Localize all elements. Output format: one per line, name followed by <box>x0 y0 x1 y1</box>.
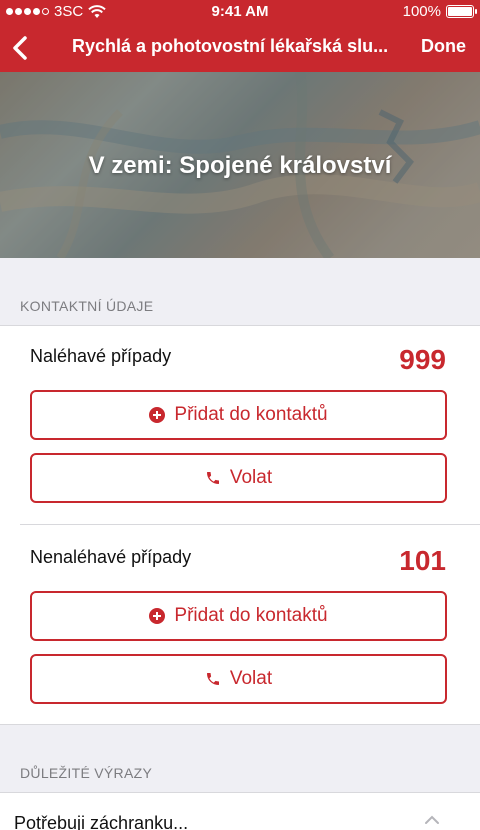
status-right: 100% <box>402 3 477 20</box>
nav-title: Rychlá a pohotovostní lékařská slu... <box>72 36 389 56</box>
call-label: Volat <box>229 668 273 689</box>
contacts-divider <box>20 524 480 525</box>
non-urgent-number: 101 <box>399 545 446 576</box>
phrase-list-item[interactable]: Potřebuji záchranku... <box>0 792 480 830</box>
phrase-label: Potřebuji záchranku... <box>14 813 189 830</box>
add-to-contacts-label: Přidat do kontaktů <box>174 404 328 425</box>
back-button[interactable] <box>8 32 36 64</box>
contacts-card: Naléhavé případy 999 Přidat do kontaktů … <box>0 325 480 725</box>
add-to-contacts-button[interactable]: Přidat do kontaktů <box>30 591 447 641</box>
plus-circle-icon <box>149 407 166 423</box>
urgent-label: Naléhavé případy <box>30 346 172 366</box>
battery-percent: 100% <box>402 3 441 20</box>
status-bar: 3SC 9:41 AM 100% <box>0 0 480 24</box>
call-button[interactable]: Volat <box>30 453 447 503</box>
phone-icon <box>206 472 219 484</box>
call-label: Volat <box>229 467 273 488</box>
call-button[interactable]: Volat <box>30 654 447 704</box>
hero-banner: V zemi: Spojené království <box>0 72 480 258</box>
navigation-bar: Rychlá a pohotovostní lékařská slu... Do… <box>0 24 480 72</box>
urgent-number: 999 <box>399 344 446 375</box>
done-button[interactable]: Done <box>421 36 466 57</box>
contacts-section-header: KONTAKTNÍ ÚDAJE <box>20 298 154 314</box>
plus-circle-icon <box>149 608 166 624</box>
hero-title: V zemi: Spojené království <box>88 152 392 179</box>
add-to-contacts-label: Přidat do kontaktů <box>174 605 328 626</box>
chevron-left-icon <box>13 36 27 60</box>
chevron-up-icon <box>425 815 439 824</box>
phrases-section-header: DŮLEŽITÉ VÝRAZY <box>20 765 153 781</box>
add-to-contacts-button[interactable]: Přidat do kontaktů <box>30 390 447 440</box>
phone-icon <box>206 673 219 685</box>
top-bar: 3SC 9:41 AM 100% Rychlá a pohotovostní l… <box>0 0 480 72</box>
battery-icon <box>446 5 477 18</box>
non-urgent-label: Nenaléhavé případy <box>30 547 192 567</box>
